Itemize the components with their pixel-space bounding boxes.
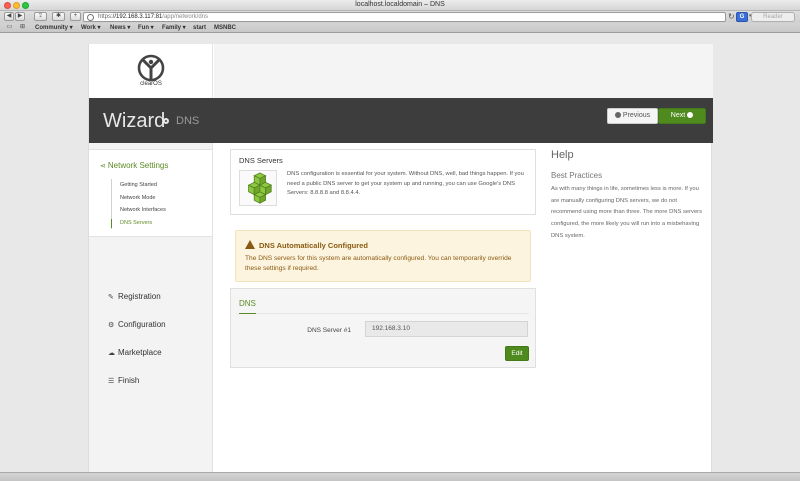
header-area — [214, 44, 713, 98]
forward-button[interactable]: ▶ — [15, 12, 25, 21]
marketplace-label: Marketplace — [118, 348, 162, 357]
book-icon[interactable]: ▭ — [5, 24, 14, 31]
list-icon: ☰ — [108, 378, 115, 385]
dns-servers-card-title: DNS Servers — [239, 156, 283, 165]
previous-button[interactable]: Previous — [607, 108, 658, 124]
wizard-sidebar: ⋖ Network Settings Getting Started Networ… — [89, 143, 213, 481]
browser-statusbar — [0, 472, 800, 481]
url-host: 192.168.3.117:81 — [116, 14, 163, 20]
edit-button[interactable]: Edit — [505, 346, 529, 361]
share-button[interactable]: ⇪ — [34, 12, 47, 21]
help-text: As with many things in life, sometimes l… — [551, 186, 702, 239]
circle-icon — [163, 118, 169, 124]
dns-servers-info-card: DNS Servers DNS configuration is essenti… — [230, 149, 536, 215]
sidebar-item-marketplace[interactable]: ☁ Marketplace — [108, 348, 162, 357]
sidebar-item-finish[interactable]: ☰ Finish — [108, 376, 139, 385]
alert-title-text: DNS Automatically Configured — [259, 241, 368, 250]
alert-body: The DNS servers for this system are auto… — [245, 255, 512, 272]
configuration-label: Configuration — [118, 320, 166, 329]
network-settings-steps: Getting Started Network Mode Network Int… — [111, 179, 201, 229]
pencil-icon: ✎ — [108, 294, 114, 301]
bookmark-community[interactable]: Community ▾ — [35, 23, 73, 33]
add-bookmark-button[interactable]: + — [70, 12, 81, 21]
arrow-right-icon — [687, 112, 694, 118]
dns-auto-configured-alert: DNS Automatically Configured The DNS ser… — [235, 230, 531, 282]
url-scheme: https — [98, 14, 112, 20]
grid-icon[interactable]: ⊞ — [18, 24, 27, 31]
bookmark-work[interactable]: Work ▾ — [81, 23, 101, 33]
clearos-logo-icon — [137, 54, 165, 82]
dns-form: DNS DNS Server #1 192.168.3.10 Edit — [230, 288, 536, 368]
logo-text: clearOS — [140, 81, 162, 87]
form-divider — [256, 313, 529, 314]
wizard-banner: Wizard DNS Previous Next — [89, 98, 713, 143]
back-button[interactable]: ◀ — [4, 12, 14, 21]
sidebar-item-registration[interactable]: ✎ Registration — [108, 292, 161, 301]
url-path: /app/network/dns — [162, 14, 208, 20]
help-subtitle: Best Practices — [551, 171, 603, 180]
bookmark-msnbc[interactable]: MSNBC — [214, 23, 236, 33]
search-engine-button[interactable]: G — [736, 12, 748, 22]
network-settings-label: Network Settings — [107, 161, 169, 170]
bookmarks-bar: ▭ ⊞ Community ▾ Work ▾ News ▾ Fun ▾ Fami… — [0, 23, 800, 33]
warning-icon — [245, 240, 255, 249]
sidebar-item-network-settings[interactable]: ⋖ Network Settings — [100, 161, 168, 170]
dns-server-1-field[interactable]: 192.168.3.10 — [365, 321, 528, 337]
arrow-left-icon — [614, 112, 621, 118]
reload-icon[interactable]: ↻ — [728, 12, 735, 21]
alert-title: DNS Automatically Configured — [245, 240, 368, 250]
page-subtitle: DNS — [176, 115, 200, 127]
sidebar-item-configuration[interactable]: ⚙ Configuration — [108, 320, 166, 329]
browser-titlebar: localhost.localdomain – DNS — [0, 0, 800, 11]
address-bar[interactable]: https://192.168.3.117:81/app/network/dns — [83, 12, 726, 22]
dns-servers-card-text: DNS configuration is essential for your … — [287, 171, 524, 196]
bookmark-fun[interactable]: Fun ▾ — [138, 23, 154, 33]
bookmark-family[interactable]: Family ▾ — [162, 23, 186, 33]
next-button[interactable]: Next — [658, 108, 706, 124]
dns-form-title: DNS — [239, 299, 256, 308]
bookmark-start[interactable]: start — [193, 23, 206, 33]
extensions-button[interactable]: ✱ — [52, 12, 65, 21]
gears-icon: ⚙ — [108, 322, 115, 329]
page: clearOS Wizard DNS Previous Next ⋖ Networ… — [88, 44, 713, 481]
sidebar-item-network-mode[interactable]: Network Mode — [120, 192, 201, 205]
window-title: localhost.localdomain – DNS — [355, 1, 445, 8]
registration-label: Registration — [118, 292, 161, 301]
bookmark-news[interactable]: News ▾ — [110, 23, 130, 33]
network-settings-section: ⋖ Network Settings Getting Started Networ… — [89, 149, 213, 237]
reader-button[interactable]: Reader — [751, 12, 795, 22]
sidebar-item-getting-started[interactable]: Getting Started — [120, 179, 201, 192]
previous-button-label: Previous — [622, 112, 651, 119]
globe-icon — [87, 14, 94, 21]
sidebar-item-network-interfaces[interactable]: Network Interfaces — [120, 204, 201, 217]
cubes-icon — [239, 170, 277, 206]
form-title-underline — [239, 313, 256, 314]
finish-label: Finish — [118, 376, 140, 385]
page-title: Wizard — [103, 110, 166, 132]
sidebar-item-dns-servers[interactable]: DNS Servers — [111, 217, 201, 230]
help-title: Help — [551, 149, 574, 161]
next-button-label: Next — [670, 112, 686, 119]
share-icon: ⋖ — [100, 163, 106, 170]
cloud-icon: ☁ — [108, 350, 115, 357]
logo-area: clearOS — [89, 44, 213, 98]
dns-server-1-label: DNS Server #1 — [307, 327, 351, 334]
browser-toolbar: ◀ ▶ ⇪ ✱ + https://192.168.3.117:81/app/n… — [0, 11, 800, 23]
